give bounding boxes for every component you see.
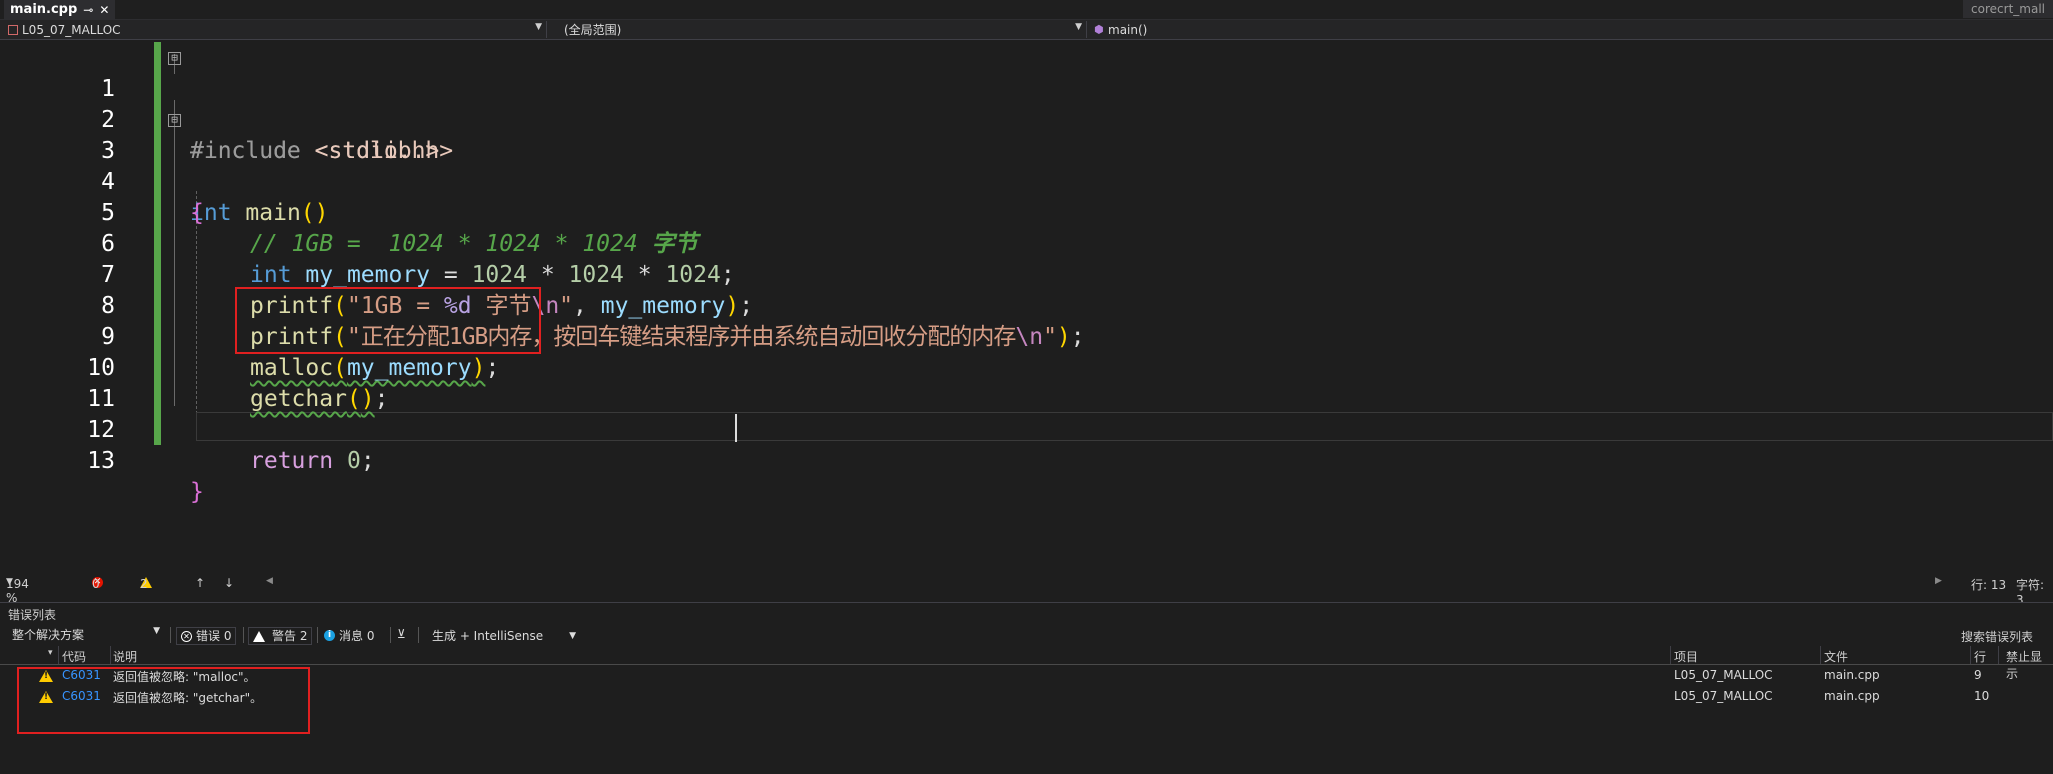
toolbar-separator (390, 627, 391, 643)
messages-filter-button[interactable]: i 消息 0 (324, 627, 374, 644)
warning-file: main.cpp (1824, 689, 1880, 703)
function-cube-icon: ⬢ (1094, 23, 1104, 36)
close-icon[interactable]: ✕ (99, 3, 109, 17)
code-line-3: 3 ⊟ int main() (0, 105, 2053, 226)
scope-filter-dropdown[interactable]: 整个解决方案 ▼ (12, 626, 164, 643)
warning-line: 10 (1974, 689, 1990, 703)
error-list-header: ▾ 代码 说明 项目 文件 行 禁止显示 (0, 646, 2053, 681)
error-list-panel: 错误列表 整个解决方案 ▼ ✕ 错误 0 警告 2 i 消息 0 ⊻ 生成 + In… (0, 602, 2053, 774)
member-dropdown[interactable]: ⬢ main() (1088, 21, 2053, 38)
toolbar-separator (317, 627, 318, 643)
error-icon: ✕ (181, 630, 192, 642)
text-caret (735, 414, 737, 442)
warning-project: L05_07_MALLOC (1674, 668, 1773, 682)
toolbar-separator (170, 627, 171, 643)
previous-issue-button[interactable]: ↑ (195, 576, 205, 590)
chevron-down-icon: ▼ (1075, 22, 1082, 32)
scroll-left-icon[interactable]: ◀ (266, 576, 273, 586)
scope-label: (全局范围) (564, 23, 622, 37)
project-dropdown[interactable]: L05_07_MALLOC ▼ (0, 21, 547, 38)
code-line-13: 13 } (0, 415, 2053, 505)
warnings-filter-button[interactable]: 警告 2 (248, 627, 313, 645)
code-editor[interactable]: 1 ⊟ #include <stdio.h> 2 #include <stdli… (0, 40, 2053, 575)
search-error-list-input[interactable]: 搜索错误列表 (1961, 628, 2033, 645)
warning-file: main.cpp (1824, 668, 1880, 682)
project-label: L05_07_MALLOC (22, 22, 121, 37)
chevron-down-icon: ▼ (569, 630, 577, 641)
fold-toggle-icon[interactable]: ⊟ (168, 114, 181, 127)
chevron-down-icon: ▼ (535, 22, 542, 32)
editor-status-bar: 194 % ▼ ✕ 0 2 ↑ ↓ ◀ ▶ 行: 13 字符: 3 (0, 575, 2053, 607)
warning-project: L05_07_MALLOC (1674, 689, 1773, 703)
close-brace: } (190, 479, 204, 505)
code-line-11: 11 (0, 353, 2053, 412)
fold-toggle-icon[interactable]: ⊟ (168, 52, 181, 65)
code-line-7: 7 printf("1GB = %d 字节\n", my_memory); (0, 229, 2053, 319)
code-line-12: 12 return 0; (0, 384, 2053, 474)
column-code[interactable]: 代码 (62, 648, 86, 665)
info-icon: i (324, 630, 335, 641)
code-line-6: 6 int my_memory = 1024 * 1024 * 1024; (0, 198, 2053, 288)
filter-icon: ⊻ (397, 627, 406, 641)
errors-filter-button[interactable]: ✕ 错误 0 (176, 627, 237, 645)
toolbar-separator (243, 627, 244, 643)
annotation-highlight-warnings (17, 667, 310, 734)
pin-icon[interactable]: ⊸ (83, 3, 93, 17)
code-line-2: 2 #include <stdlib.h> (0, 74, 2053, 164)
scroll-right-icon[interactable]: ▶ (1935, 576, 1942, 586)
annotation-highlight-code (235, 287, 541, 354)
line-indicator: 行: 13 (1971, 578, 2007, 592)
build-source-dropdown[interactable]: 生成 + IntelliSense ▼ (432, 627, 576, 644)
column-project[interactable]: 项目 (1674, 648, 1698, 665)
column-file[interactable]: 文件 (1824, 648, 1848, 665)
navigation-bar: L05_07_MALLOC ▼ (全局范围) ▼ ⬢ main() (0, 20, 2053, 40)
code-line-5: 5 // 1GB = 1024 * 1024 * 1024 字节 (0, 167, 2053, 257)
tab-corecrt-malloc[interactable]: corecrt_mall (1963, 0, 2053, 18)
scope-dropdown[interactable]: (全局范围) ▼ (548, 21, 1087, 38)
member-label: main() (1108, 22, 1148, 37)
warning-icon (253, 630, 265, 642)
column-description[interactable]: 说明 (113, 648, 137, 665)
tab-main-cpp[interactable]: main.cpp ⊸ ✕ (4, 0, 116, 19)
next-issue-button[interactable]: ↓ (224, 576, 234, 590)
chevron-down-icon: ▼ (153, 626, 160, 636)
error-list-toolbar: 整个解决方案 ▼ ✕ 错误 0 警告 2 i 消息 0 ⊻ 生成 + Intelli… (0, 625, 2053, 645)
return-keyword: return (250, 448, 334, 474)
document-tab-strip: main.cpp ⊸ ✕ corecrt_mall (0, 0, 2053, 20)
code-line-1: 1 ⊟ #include <stdio.h> (0, 43, 2053, 164)
code-line-4: 4 { (0, 136, 2053, 226)
panel-title: 错误列表 (8, 608, 57, 622)
project-icon (8, 24, 18, 35)
toolbar-separator (418, 627, 419, 643)
warning-line: 9 (1974, 668, 1982, 682)
tab-title: main.cpp (10, 2, 78, 17)
line-number: 13 (87, 448, 115, 474)
filter-toggle-button[interactable]: ⊻ (397, 627, 406, 641)
sort-icon[interactable]: ▾ (48, 648, 53, 658)
column-line[interactable]: 行 (1974, 648, 1986, 665)
